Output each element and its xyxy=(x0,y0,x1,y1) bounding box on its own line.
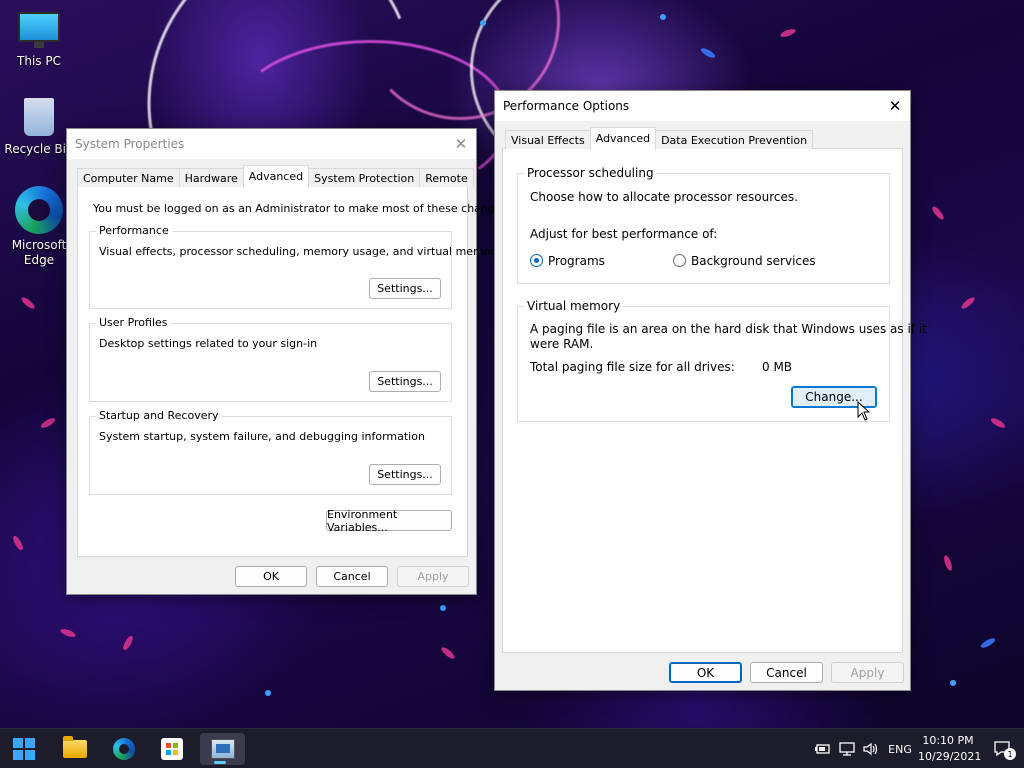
cancel-button[interactable]: Cancel xyxy=(316,566,388,587)
clock-time: 10:10 PM xyxy=(922,734,974,747)
vm-description-line2: were RAM. xyxy=(530,337,594,351)
notification-badge: 1 xyxy=(1004,748,1016,760)
tab-strip: Computer Name Hardware Advanced System P… xyxy=(67,165,476,188)
total-paging-label: Total paging file size for all drives: xyxy=(530,360,735,374)
clock[interactable]: 10:10 PM 10/29/2021 xyxy=(918,733,982,765)
file-explorer-button[interactable] xyxy=(55,733,95,765)
performance-options-window: Performance Options ✕ Visual Effects Adv… xyxy=(494,90,927,691)
recycle-bin-icon xyxy=(24,98,54,136)
programs-label[interactable]: Programs xyxy=(548,254,605,268)
startup-recovery-group: Startup and Recovery System startup, sys… xyxy=(89,409,452,495)
battery-icon[interactable] xyxy=(812,729,834,768)
desktop-icon-label: Microsoft Edge xyxy=(11,238,67,267)
programs-radio[interactable] xyxy=(530,254,543,267)
group-description: Desktop settings related to your sign-in xyxy=(99,337,318,350)
start-icon xyxy=(13,738,35,760)
system-properties-window: System Properties ✕ Computer Name Hardwa… xyxy=(66,128,511,595)
advanced-tab-panel: You must be logged on as an Administrato… xyxy=(77,186,511,557)
ok-button[interactable]: OK xyxy=(669,662,742,683)
tab-remote[interactable]: Remote xyxy=(419,168,474,187)
group-title: Startup and Recovery xyxy=(96,409,222,422)
tab-visual-effects[interactable]: Visual Effects xyxy=(505,130,591,149)
system-properties-taskbar-button[interactable] xyxy=(200,733,245,765)
processor-scheduling-group: Processor scheduling Choose how to alloc… xyxy=(517,166,890,284)
group-title: Processor scheduling xyxy=(524,166,657,180)
tab-computer-name[interactable]: Computer Name xyxy=(77,168,180,187)
apply-button[interactable]: Apply xyxy=(831,662,904,683)
group-title: Virtual memory xyxy=(524,299,624,313)
group-title: Performance xyxy=(96,224,172,237)
tab-strip: Visual Effects Advanced Data Execution P… xyxy=(495,127,910,150)
window-title: Performance Options xyxy=(503,99,630,113)
group-description: Visual effects, processor scheduling, me… xyxy=(99,245,502,258)
desktop-icon-this-pc[interactable]: This PC xyxy=(1,12,77,68)
group-description: System startup, system failure, and debu… xyxy=(99,430,425,443)
user-profiles-group: User Profiles Desktop settings related t… xyxy=(89,316,452,402)
notification-center-button[interactable]: 1 xyxy=(990,729,1016,768)
tab-advanced[interactable]: Advanced xyxy=(589,127,657,150)
volume-icon[interactable] xyxy=(860,729,882,768)
store-button[interactable] xyxy=(152,733,192,765)
edge-icon xyxy=(113,738,135,760)
group-description: Choose how to allocate processor resourc… xyxy=(530,190,798,204)
network-icon[interactable] xyxy=(836,729,858,768)
background-services-label[interactable]: Background services xyxy=(691,254,816,268)
tab-hardware[interactable]: Hardware xyxy=(178,168,244,187)
startup-recovery-settings-button[interactable]: Settings... xyxy=(369,464,441,485)
edge-taskbar-button[interactable] xyxy=(104,733,144,765)
close-icon[interactable]: ✕ xyxy=(446,129,476,159)
admin-note: You must be logged on as an Administrato… xyxy=(93,202,511,215)
apply-button[interactable]: Apply xyxy=(397,566,469,587)
advanced-tab-panel: Processor scheduling Choose how to alloc… xyxy=(502,148,927,653)
start-button[interactable] xyxy=(4,733,44,765)
total-paging-value: 0 MB xyxy=(762,360,793,374)
mouse-cursor-icon xyxy=(857,401,871,421)
clock-date: 10/29/2021 xyxy=(918,750,982,763)
monitor-icon xyxy=(18,12,60,48)
edge-icon xyxy=(15,186,63,234)
cancel-button[interactable]: Cancel xyxy=(750,662,823,683)
file-explorer-icon xyxy=(63,736,87,758)
user-profiles-settings-button[interactable]: Settings... xyxy=(369,371,441,392)
vm-description-line1: A paging file is an area on the hard dis… xyxy=(530,322,927,336)
tab-advanced[interactable]: Advanced xyxy=(242,165,310,188)
titlebar[interactable]: System Properties ✕ xyxy=(67,129,476,159)
language-indicator[interactable]: ENG xyxy=(884,729,916,768)
group-title: User Profiles xyxy=(96,316,171,329)
window-title: System Properties xyxy=(75,137,185,151)
ok-button[interactable]: OK xyxy=(235,566,307,587)
tab-system-protection[interactable]: System Protection xyxy=(308,168,421,187)
titlebar[interactable]: Performance Options ✕ xyxy=(495,91,910,121)
desktop-icon-label: This PC xyxy=(17,54,61,68)
virtual-memory-group: Virtual memory A paging file is an area … xyxy=(517,299,927,422)
adjust-label: Adjust for best performance of: xyxy=(530,227,718,241)
performance-settings-button[interactable]: Settings... xyxy=(369,278,441,299)
close-icon[interactable]: ✕ xyxy=(880,91,910,121)
store-icon xyxy=(161,738,183,760)
tab-data-execution-prevention[interactable]: Data Execution Prevention xyxy=(655,130,814,149)
system-properties-icon xyxy=(210,739,235,759)
environment-variables-button[interactable]: Environment Variables... xyxy=(326,508,452,534)
taskbar: ENG 10:10 PM 10/29/2021 1 xyxy=(0,728,1024,768)
background-services-radio[interactable] xyxy=(673,254,686,267)
performance-group: Performance Visual effects, processor sc… xyxy=(89,224,502,309)
